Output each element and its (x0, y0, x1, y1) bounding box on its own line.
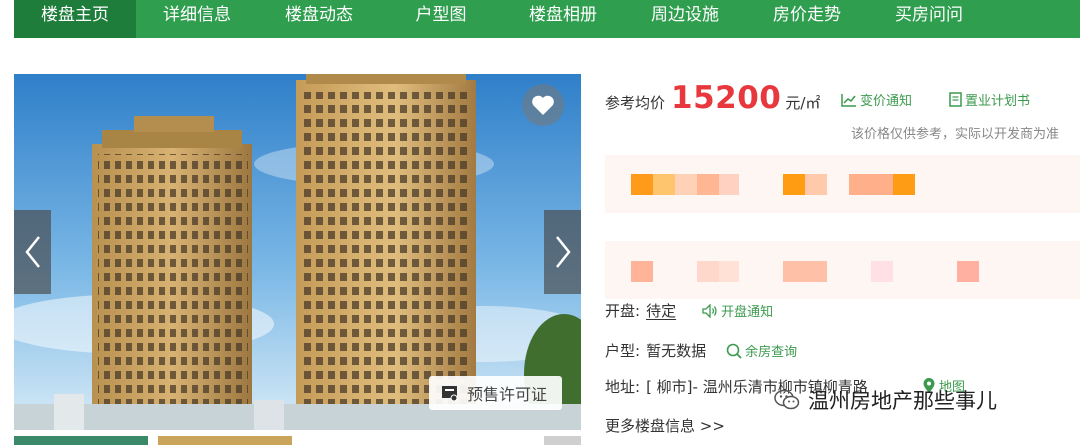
blurred-block (719, 261, 739, 282)
address-label: 地址: (605, 378, 641, 396)
blurred-block (675, 174, 697, 195)
blurred-block (631, 174, 653, 195)
remaining-room-query-label: 余房查询 (745, 345, 798, 360)
certificate-icon (442, 386, 458, 402)
layout-label: 户型: (605, 342, 641, 360)
blurred-block (783, 174, 805, 195)
nav-tab-qa[interactable]: 买房问问 (868, 0, 990, 38)
blurred-block (871, 261, 893, 282)
thumbnail-strip (14, 436, 581, 445)
price-row: 参考均价 15200 元/㎡ (605, 80, 820, 120)
price-change-notice-link[interactable]: 变价通知 (841, 90, 912, 109)
presale-permit-button[interactable]: 预售许可证 (429, 376, 562, 410)
photo-gallery: 预售许可证 (14, 74, 581, 430)
opening-label: 开盘: (605, 302, 641, 320)
price-value: 15200 (671, 80, 782, 116)
property-info-panel: 参考均价 15200 元/㎡ 变价通知 置业计划书 该价格仅供参考，实际以开发商… (605, 74, 1080, 445)
opening-notice-link[interactable]: 开盘通知 (702, 301, 773, 320)
opening-value[interactable]: 待定 (646, 300, 676, 321)
layout-value: 暂无数据 (646, 342, 707, 360)
blurred-block (653, 174, 675, 195)
thumbnail-2[interactable] (158, 436, 292, 445)
trend-chart-icon (841, 93, 856, 107)
blurred-block (849, 174, 893, 195)
blurred-block (719, 174, 739, 195)
blurred-block (805, 174, 827, 195)
layout-row: 户型: 暂无数据 余房查询 (605, 340, 797, 361)
blurred-block (697, 261, 719, 282)
main-nav: 楼盘主页 详细信息 楼盘动态 户型图 楼盘相册 周边设施 房价走势 买房问问 (14, 0, 1080, 38)
favorite-button[interactable] (522, 84, 564, 126)
address-row: 地址: [ 柳市]- 温州乐清市柳市镇柳青路 (605, 376, 868, 397)
more-info-link[interactable]: 更多楼盘信息 >> (605, 415, 725, 436)
thumbnail-1[interactable] (14, 436, 148, 445)
nav-tab-price-trend[interactable]: 房价走势 (746, 0, 868, 38)
heart-icon (532, 95, 554, 115)
blurred-promo-card (605, 155, 1080, 213)
blurred-block (697, 174, 719, 195)
purchase-plan-label: 置业计划书 (965, 94, 1031, 109)
blurred-block (957, 261, 979, 282)
price-disclaimer: 该价格仅供参考，实际以开发商为准 (851, 127, 1060, 142)
search-icon (726, 343, 742, 359)
map-link-label: 地图 (939, 380, 966, 395)
thumbnail-3[interactable] (544, 436, 581, 445)
nav-tab-album[interactable]: 楼盘相册 (502, 0, 624, 38)
presale-permit-label: 预售许可证 (467, 385, 548, 404)
map-pin-icon (923, 377, 935, 393)
blurred-block (893, 174, 915, 195)
nav-tab-details[interactable]: 详细信息 (136, 0, 258, 38)
chevron-left-icon (24, 236, 40, 268)
speaker-icon (702, 303, 717, 318)
map-link[interactable]: 地图 (922, 376, 965, 395)
price-unit: 元/㎡ (785, 94, 821, 112)
blurred-promo-card (605, 241, 1080, 299)
document-icon (949, 92, 962, 107)
nav-tab-news[interactable]: 楼盘动态 (258, 0, 380, 38)
chevron-right-icon (555, 236, 571, 268)
price-label: 参考均价 (605, 94, 666, 112)
purchase-plan-link[interactable]: 置业计划书 (949, 90, 1030, 109)
nav-tab-surroundings[interactable]: 周边设施 (624, 0, 746, 38)
price-change-notice-label: 变价通知 (860, 94, 913, 109)
blurred-block (631, 261, 653, 282)
gallery-next-button[interactable] (544, 210, 581, 294)
remaining-room-query-link[interactable]: 余房查询 (726, 341, 797, 360)
address-value: [ 柳市]- 温州乐清市柳市镇柳青路 (646, 378, 868, 396)
blurred-block (783, 261, 827, 282)
nav-tab-floorplans[interactable]: 户型图 (380, 0, 502, 38)
opening-notice-label: 开盘通知 (721, 305, 774, 320)
nav-tab-home[interactable]: 楼盘主页 (14, 0, 136, 38)
gallery-prev-button[interactable] (14, 210, 51, 294)
opening-row: 开盘: 待定 开盘通知 (605, 300, 773, 321)
